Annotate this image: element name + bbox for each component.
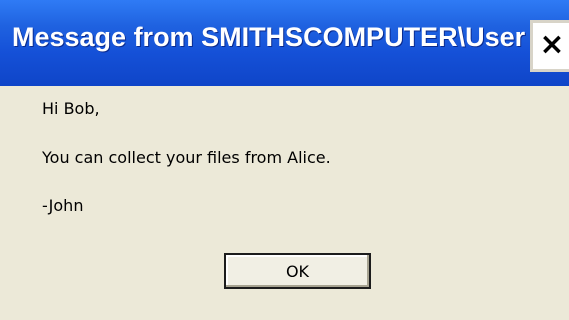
- dialog-body: Hi Bob, You can collect your files from …: [0, 86, 569, 320]
- ok-button[interactable]: OK: [224, 253, 371, 289]
- close-icon: ×: [539, 27, 565, 62]
- window-title: Message from SMITHSCOMPUTER\User A: [12, 22, 552, 52]
- message-text: You can collect your files from Alice.: [42, 148, 331, 167]
- message-signature: -John: [42, 196, 84, 215]
- message-dialog: Message from SMITHSCOMPUTER\User A × Hi …: [0, 0, 569, 320]
- title-bar[interactable]: Message from SMITHSCOMPUTER\User A: [0, 0, 569, 86]
- close-button[interactable]: ×: [530, 20, 569, 72]
- message-greeting: Hi Bob,: [42, 99, 100, 118]
